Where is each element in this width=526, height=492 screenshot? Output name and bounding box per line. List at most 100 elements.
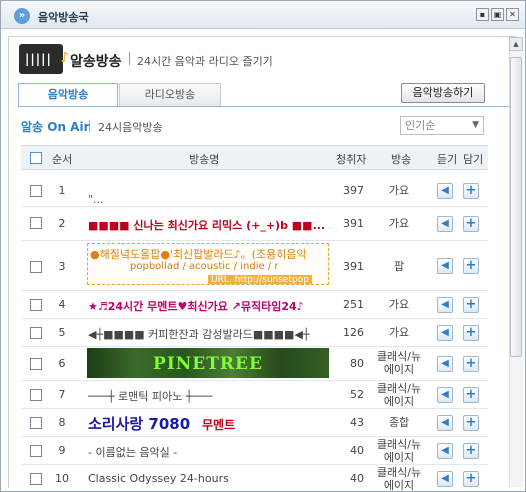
sort-select[interactable]: 인기순 ▼ xyxy=(400,116,484,135)
broadcast-icon: » xyxy=(14,8,30,24)
row-genre: 클래식/뉴에이지 xyxy=(376,466,422,492)
sort-selected-value: 인기순 xyxy=(405,119,436,132)
row-listeners: 251 xyxy=(343,298,364,311)
row-genre: 팝 xyxy=(393,260,405,273)
row-checkbox[interactable] xyxy=(30,417,42,429)
tab-radio-broadcast[interactable]: 라디오방송 xyxy=(119,83,221,107)
plus-icon[interactable]: + xyxy=(463,325,479,341)
banner-url: URL. http://sunsetpop xyxy=(208,275,312,284)
row-checkbox[interactable] xyxy=(30,445,42,457)
title-bar: » 음악방송국 ▪ ▣ ✕ xyxy=(1,1,525,29)
row-genre: 클래식/뉴에이지 xyxy=(376,438,422,464)
row-num: 2 xyxy=(58,217,66,230)
row-checkbox[interactable] xyxy=(30,261,42,273)
speaker-icon[interactable]: ◀ xyxy=(437,471,453,487)
row-listeners: 80 xyxy=(350,357,364,370)
row-name[interactable]: 소리사랑 7080 xyxy=(88,413,190,434)
speaker-icon[interactable]: ◀ xyxy=(437,415,453,431)
page-title: 알송방송 xyxy=(70,54,122,70)
row-listeners: 126 xyxy=(343,326,364,339)
banner-title: PINETREE xyxy=(153,354,263,374)
minimize-button[interactable]: ▪ xyxy=(476,8,489,21)
table-row: 4 ★♬24시간 무멘트♥최신가요 ↗뮤직타임24♪ 251 가요 ◀ + xyxy=(21,291,488,319)
row-num: 4 xyxy=(58,298,66,311)
row-listeners: 397 xyxy=(343,184,364,197)
banner-title: ●해질녘도올팝●'최신팝발라드♪。(조용히음악 xyxy=(90,248,307,261)
select-all-checkbox[interactable] xyxy=(30,152,42,164)
row-checkbox[interactable] xyxy=(30,358,42,370)
row-genre: 클래식/뉴에이지 xyxy=(376,382,422,408)
row-name[interactable]: ◀┼■■■■ 커피한잔과 감성발라드■■■■◀┼ xyxy=(88,326,333,342)
tab-music-broadcast[interactable]: 음악방송 xyxy=(18,83,118,107)
plus-icon[interactable]: + xyxy=(463,297,479,313)
table-header: 순서 방송명 청취자 방송 듣기 담기 xyxy=(21,145,488,170)
row-checkbox[interactable] xyxy=(30,217,42,229)
row-checkbox[interactable] xyxy=(30,473,42,485)
row-genre: 클래식/뉴에이지 xyxy=(376,350,422,376)
station-banner[interactable]: ●해질녘도올팝●'최신팝발라드♪。(조용히음악 popbollad / acou… xyxy=(87,243,329,285)
row-listeners: 52 xyxy=(350,388,364,401)
row-name[interactable]: ★♬24시간 무멘트♥최신가요 ↗뮤직타임24♪ xyxy=(88,298,333,314)
row-genre: 가요 xyxy=(388,217,410,230)
row-num: 7 xyxy=(58,388,66,401)
row-checkbox[interactable] xyxy=(30,185,42,197)
row-genre: 가요 xyxy=(388,184,410,197)
speaker-icon[interactable]: ◀ xyxy=(437,325,453,341)
row-listeners: 391 xyxy=(343,217,364,230)
header-add: 담기 xyxy=(463,153,484,166)
equalizer-logo-icon: ||||| ♪ xyxy=(19,44,69,74)
close-button[interactable]: ✕ xyxy=(506,8,519,21)
plus-icon[interactable]: + xyxy=(463,183,479,199)
maximize-button[interactable]: ▣ xyxy=(491,8,504,21)
row-checkbox[interactable] xyxy=(30,389,42,401)
row-num: 6 xyxy=(58,357,66,370)
row-num: 10 xyxy=(55,472,69,485)
scroll-up-icon[interactable]: ▲ xyxy=(509,37,523,51)
station-banner[interactable]: PINETREE xyxy=(87,348,329,378)
row-num: 9 xyxy=(58,444,66,457)
speaker-icon[interactable]: ◀ xyxy=(437,443,453,459)
row-genre: 가요 xyxy=(388,298,410,311)
row-genre: 가요 xyxy=(388,326,410,339)
header-listeners: 청취자 xyxy=(336,153,367,166)
row-checkbox[interactable] xyxy=(30,299,42,311)
row-name[interactable]: - 이름없는 음악실 - xyxy=(88,444,333,460)
row-num: 8 xyxy=(58,416,66,429)
speaker-icon[interactable]: ◀ xyxy=(437,258,453,274)
plus-icon[interactable]: + xyxy=(463,387,479,403)
chevron-down-icon: ▼ xyxy=(472,120,479,130)
speaker-icon[interactable]: ◀ xyxy=(437,356,453,372)
plus-icon[interactable]: + xyxy=(463,258,479,274)
row-num: 3 xyxy=(58,260,66,273)
table-row: 7 ───┼ 로맨틱 피아노 ┼─── 52 클래식/뉴에이지 ◀ + xyxy=(21,381,488,409)
banner-tags: popbollad / acoustic / indie / r xyxy=(130,261,279,272)
plus-icon[interactable]: + xyxy=(463,216,479,232)
plus-icon[interactable]: + xyxy=(463,415,479,431)
divider xyxy=(129,52,130,65)
plus-icon[interactable]: + xyxy=(463,356,479,372)
speaker-icon[interactable]: ◀ xyxy=(437,183,453,199)
plus-icon[interactable]: + xyxy=(463,471,479,487)
row-name[interactable]: ───┼ 로맨틱 피아노 ┼─── xyxy=(88,388,333,404)
speaker-icon[interactable]: ◀ xyxy=(437,387,453,403)
onair-subtitle: 24시음악방송 xyxy=(98,121,163,134)
row-name[interactable]: Classic Odyssey 24-hours xyxy=(88,472,333,485)
plus-icon[interactable]: + xyxy=(463,443,479,459)
header-listen: 듣기 xyxy=(437,153,458,166)
row-name[interactable]: ■■■■ 신나는 최신가요 리믹스 (+_+)b ■■... xyxy=(88,217,333,233)
speaker-icon[interactable]: ◀ xyxy=(437,297,453,313)
row-listeners: 43 xyxy=(350,416,364,429)
page-subtitle: 24시간 음악과 라디오 즐기기 xyxy=(137,55,273,68)
divider xyxy=(89,120,90,132)
table-row: 6 PINETREE 80 클래식/뉴에이지 ◀ + xyxy=(21,347,488,381)
table-row: 2 ■■■■ 신나는 최신가요 리믹스 (+_+)b ■■... 391 가요 … xyxy=(21,207,488,241)
start-broadcast-button[interactable]: 음악방송하기 xyxy=(401,83,485,103)
window-title: 음악방송국 xyxy=(38,11,89,24)
row-genre: 종합 xyxy=(388,416,410,429)
header-genre: 방송 xyxy=(391,153,412,166)
row-num: 5 xyxy=(58,326,66,339)
row-name[interactable]: "... xyxy=(88,193,104,206)
row-checkbox[interactable] xyxy=(30,327,42,339)
scrollbar-thumb[interactable] xyxy=(510,57,522,357)
speaker-icon[interactable]: ◀ xyxy=(437,216,453,232)
